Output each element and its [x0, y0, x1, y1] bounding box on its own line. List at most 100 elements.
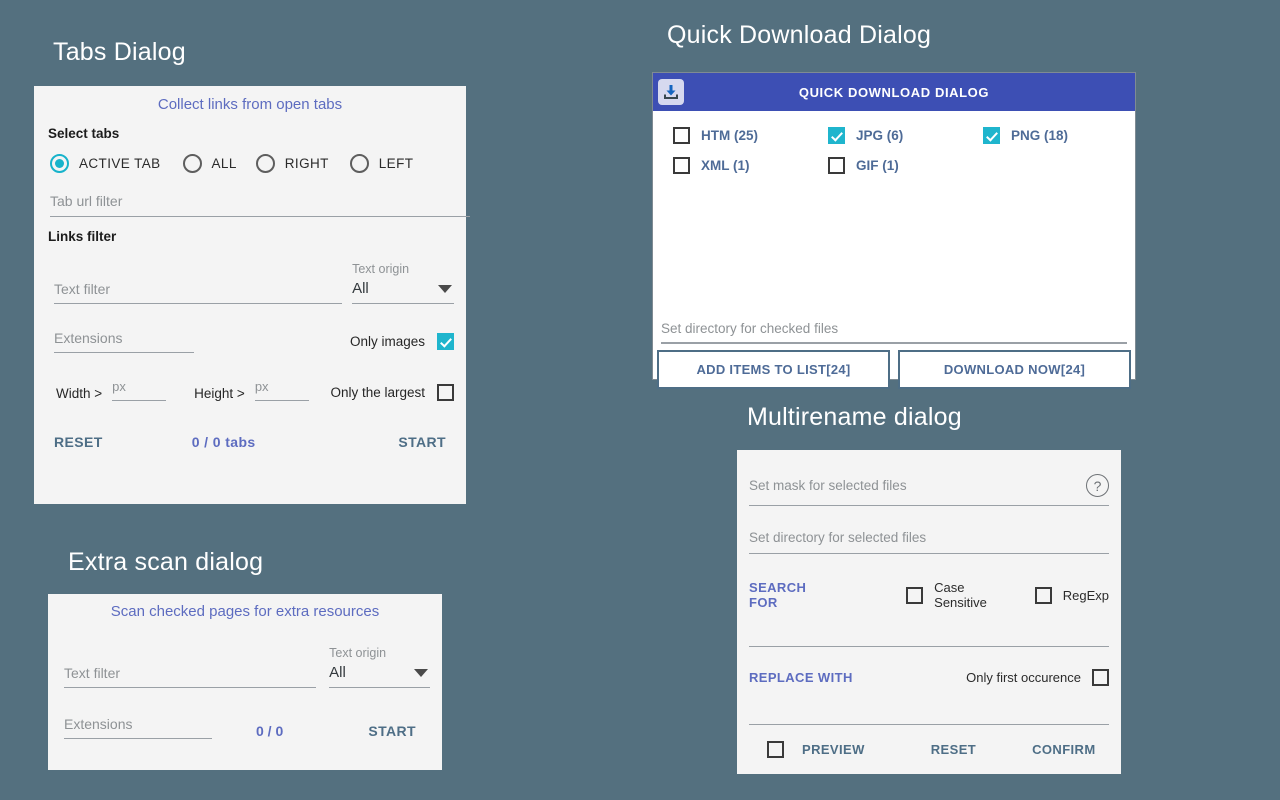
- radio-left-label: LEFT: [378, 156, 414, 171]
- quick-download-header: QUICK DOWNLOAD DIALOG: [653, 73, 1135, 111]
- replace-with-label[interactable]: REPLACE WITH: [749, 670, 853, 685]
- filetype-gif-label: GIF (1): [856, 158, 899, 173]
- search-for-row: SEARCH FOR Case Sensitive RegExp: [749, 580, 1109, 647]
- search-for-label[interactable]: SEARCH FOR: [749, 580, 834, 610]
- dimensions-row: Width > px Height > px Only the largest: [46, 379, 454, 401]
- case-sensitive-checkbox-icon[interactable]: [906, 586, 924, 604]
- filetype-gif-checkbox-icon[interactable]: [828, 157, 845, 174]
- text-filter-input[interactable]: Text filter: [54, 281, 343, 304]
- multirename-dialog: Set mask for selected files ? Set direct…: [737, 450, 1121, 774]
- radio-right[interactable]: RIGHT: [255, 154, 329, 173]
- filetype-png-checkbox-icon[interactable]: [983, 127, 1000, 144]
- preview-checkbox-icon[interactable]: [767, 741, 784, 758]
- radio-active-tab-icon[interactable]: [50, 154, 69, 173]
- tabs-dialog-section-title: Tabs Dialog: [53, 38, 186, 66]
- regexp-checkbox[interactable]: RegExp: [1034, 586, 1109, 604]
- mask-input[interactable]: Set mask for selected files: [749, 478, 1086, 493]
- tabs-count-label: 0 / 0 tabs: [191, 434, 256, 450]
- chevron-down-icon[interactable]: [414, 669, 428, 677]
- preview-checkbox[interactable]: PREVIEW: [767, 741, 865, 758]
- radio-left[interactable]: LEFT: [349, 154, 414, 173]
- extra-scan-section-title: Extra scan dialog: [68, 548, 264, 576]
- download-now-button[interactable]: DOWNLOAD NOW[24]: [898, 350, 1131, 389]
- preview-label[interactable]: PREVIEW: [802, 742, 865, 757]
- extra-start-button[interactable]: START: [368, 723, 416, 739]
- links-filter-row: Text filter Text origin All: [46, 262, 454, 304]
- only-images-checkbox-icon[interactable]: [437, 333, 454, 350]
- extensions-input[interactable]: Extensions: [54, 330, 194, 353]
- filetype-htm-checkbox-icon[interactable]: [673, 127, 690, 144]
- filetype-png[interactable]: PNG (18): [983, 127, 1068, 144]
- text-origin-select[interactable]: Text origin All: [352, 262, 454, 304]
- quick-download-filetype-list: HTM (25) JPG (6) PNG (18) XML (1) GIF (1…: [653, 111, 1135, 321]
- radio-left-icon[interactable]: [349, 154, 369, 173]
- extra-text-filter-input[interactable]: Text filter: [64, 665, 317, 688]
- filetype-jpg[interactable]: JPG (6): [828, 127, 983, 144]
- extensions-row: Extensions Only images: [46, 330, 454, 353]
- extra-scan-actions: Extensions 0 / 0 START: [60, 716, 430, 739]
- filetype-jpg-label: JPG (6): [856, 128, 904, 143]
- extra-count-label: 0 / 0: [256, 723, 284, 739]
- only-first-occurence-label: Only first occurence: [966, 670, 1081, 685]
- case-sensitive-checkbox[interactable]: Case Sensitive: [906, 580, 1015, 610]
- extra-extensions-input[interactable]: Extensions: [64, 716, 212, 739]
- width-label: Width >: [56, 386, 103, 401]
- radio-all[interactable]: ALL: [182, 154, 237, 173]
- tabs-reset-button[interactable]: RESET: [54, 434, 103, 450]
- radio-all-label: ALL: [211, 156, 237, 171]
- quick-download-section-title: Quick Download Dialog: [667, 21, 932, 49]
- width-input[interactable]: px: [112, 379, 167, 401]
- regexp-label: RegExp: [1062, 587, 1109, 603]
- radio-all-icon[interactable]: [182, 154, 202, 173]
- only-first-occurence-checkbox[interactable]: Only first occurence: [966, 669, 1109, 686]
- multirename-confirm-button[interactable]: CONFIRM: [1032, 742, 1095, 757]
- extra-scan-dialog: Scan checked pages for extra resources T…: [48, 594, 442, 770]
- multirename-actions: PREVIEW RESET CONFIRM: [749, 741, 1109, 758]
- filetype-htm-label: HTM (25): [701, 128, 758, 143]
- case-sensitive-label: Case Sensitive: [934, 580, 987, 610]
- filetype-xml-checkbox-icon[interactable]: [673, 157, 690, 174]
- extra-scan-filter-row: Text filter Text origin All: [60, 646, 430, 688]
- tab-url-filter-input[interactable]: Tab url filter: [50, 193, 470, 217]
- filetype-gif[interactable]: GIF (1): [828, 157, 983, 174]
- extra-scan-heading: Scan checked pages for extra resources: [110, 603, 380, 620]
- height-input[interactable]: px: [254, 379, 309, 401]
- tabs-dialog-actions: RESET 0 / 0 tabs START: [46, 434, 454, 450]
- filetype-png-label: PNG (18): [1011, 128, 1069, 143]
- chevron-down-icon[interactable]: [438, 285, 452, 293]
- radio-right-icon[interactable]: [255, 154, 275, 173]
- multirename-reset-button[interactable]: RESET: [931, 742, 976, 757]
- text-origin-label: Text origin: [352, 262, 410, 276]
- extra-text-origin-select[interactable]: Text origin All: [329, 646, 430, 688]
- radio-right-label: RIGHT: [284, 156, 329, 171]
- only-first-occurence-checkbox-icon[interactable]: [1092, 669, 1109, 686]
- filetype-xml[interactable]: XML (1): [673, 157, 828, 174]
- extra-text-origin-label: Text origin: [329, 646, 387, 660]
- filetype-xml-label: XML (1): [701, 158, 750, 173]
- quick-download-directory-input[interactable]: Set directory for checked files: [661, 321, 1127, 344]
- only-largest-checkbox[interactable]: Only the largest: [330, 384, 454, 401]
- only-images-checkbox[interactable]: Only images: [350, 333, 454, 350]
- links-filter-label: Links filter: [48, 229, 117, 244]
- add-items-to-list-button[interactable]: ADD ITEMS TO LIST[24]: [657, 350, 890, 389]
- multirename-directory-input[interactable]: Set directory for selected files: [749, 530, 1109, 554]
- tabs-dialog: Collect links from open tabs Select tabs…: [34, 86, 470, 504]
- mask-row: Set mask for selected files ?: [749, 474, 1109, 506]
- select-tabs-label: Select tabs: [48, 126, 120, 141]
- multirename-section-title: Multirename dialog: [747, 403, 962, 431]
- only-largest-checkbox-icon[interactable]: [437, 384, 454, 401]
- filetype-htm[interactable]: HTM (25): [673, 127, 828, 144]
- filetype-row: XML (1) GIF (1): [653, 157, 1135, 174]
- help-circle-icon[interactable]: ?: [1086, 474, 1109, 497]
- tabs-dialog-heading: Collect links from open tabs: [157, 96, 343, 113]
- tabs-start-button[interactable]: START: [398, 434, 446, 450]
- filetype-jpg-checkbox-icon[interactable]: [828, 127, 845, 144]
- regexp-checkbox-icon[interactable]: [1034, 586, 1052, 604]
- radio-active-tab-label: ACTIVE TAB: [79, 156, 161, 171]
- quick-download-header-title: QUICK DOWNLOAD DIALOG: [798, 84, 990, 100]
- radio-active-tab[interactable]: ACTIVE TAB: [50, 154, 161, 173]
- filetype-row: HTM (25) JPG (6) PNG (18): [653, 127, 1135, 144]
- select-tabs-radio-group: ACTIVE TAB ALL RIGHT LEFT: [46, 154, 454, 173]
- replace-with-row: REPLACE WITH Only first occurence: [749, 669, 1109, 725]
- only-images-label: Only images: [349, 334, 425, 349]
